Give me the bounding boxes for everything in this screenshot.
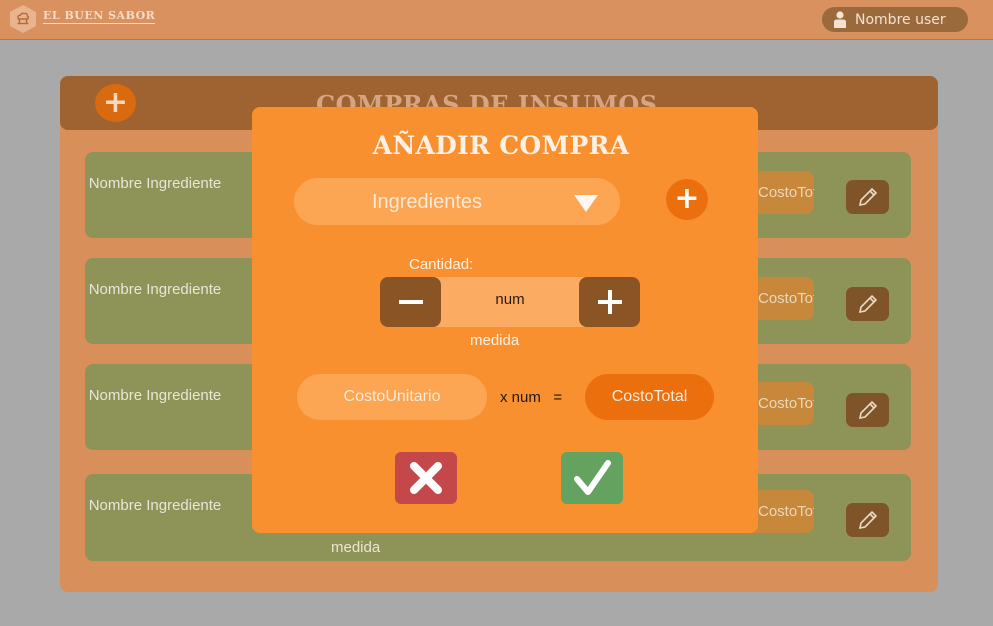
pencil-icon bbox=[858, 510, 877, 530]
edit-row-button[interactable] bbox=[846, 287, 889, 321]
user-menu-button[interactable]: Nombre user bbox=[822, 7, 968, 32]
app-header: EL BUEN SABOR Nombre user bbox=[0, 0, 993, 40]
ingredient-select[interactable]: Ingredientes bbox=[294, 178, 620, 225]
chevron-down-icon[interactable] bbox=[574, 195, 598, 212]
add-ingredient-button[interactable]: + bbox=[666, 179, 708, 220]
unit-label: medida bbox=[470, 332, 520, 349]
total-cost-display: CostoTotal bbox=[585, 374, 714, 420]
edit-row-button[interactable] bbox=[846, 180, 889, 214]
user-icon bbox=[834, 11, 846, 28]
edit-row-button[interactable] bbox=[846, 503, 889, 537]
minus-icon bbox=[398, 300, 423, 304]
pencil-icon bbox=[858, 187, 877, 207]
increment-button[interactable] bbox=[579, 277, 640, 327]
ingredient-select-value: Ingredientes bbox=[371, 191, 483, 213]
row-ingredient-name: Nombre Ingrediente bbox=[88, 387, 222, 404]
row-ingredient-name: Nombre Ingrediente bbox=[88, 175, 222, 192]
row-ingredient-name: Nombre Ingrediente bbox=[88, 497, 222, 514]
decrement-button[interactable] bbox=[380, 277, 441, 327]
row-ingredient-name: Nombre Ingrediente bbox=[88, 281, 222, 298]
quantity-stepper: num bbox=[380, 277, 640, 327]
close-icon bbox=[410, 462, 442, 494]
add-purchase-button[interactable]: + bbox=[95, 84, 136, 122]
quantity-value[interactable]: num bbox=[441, 291, 579, 308]
check-icon bbox=[574, 460, 611, 495]
unit-cost-field[interactable]: CostoUnitario bbox=[297, 374, 487, 420]
plus-icon bbox=[597, 290, 622, 314]
confirm-button[interactable] bbox=[561, 452, 623, 504]
cancel-button[interactable] bbox=[395, 452, 457, 504]
chef-hat-icon[interactable] bbox=[10, 5, 36, 33]
pencil-icon bbox=[858, 400, 877, 420]
row-unit-label: medida bbox=[331, 539, 381, 556]
pencil-icon bbox=[858, 294, 877, 314]
modal-title: AÑADIR COMPRA bbox=[372, 131, 630, 160]
quantity-label: Cantidad: bbox=[409, 256, 474, 273]
user-name: Nombre user bbox=[855, 11, 946, 28]
edit-row-button[interactable] bbox=[846, 393, 889, 427]
cost-formula: x num = bbox=[500, 389, 563, 406]
brand-name[interactable]: EL BUEN SABOR bbox=[43, 9, 156, 24]
